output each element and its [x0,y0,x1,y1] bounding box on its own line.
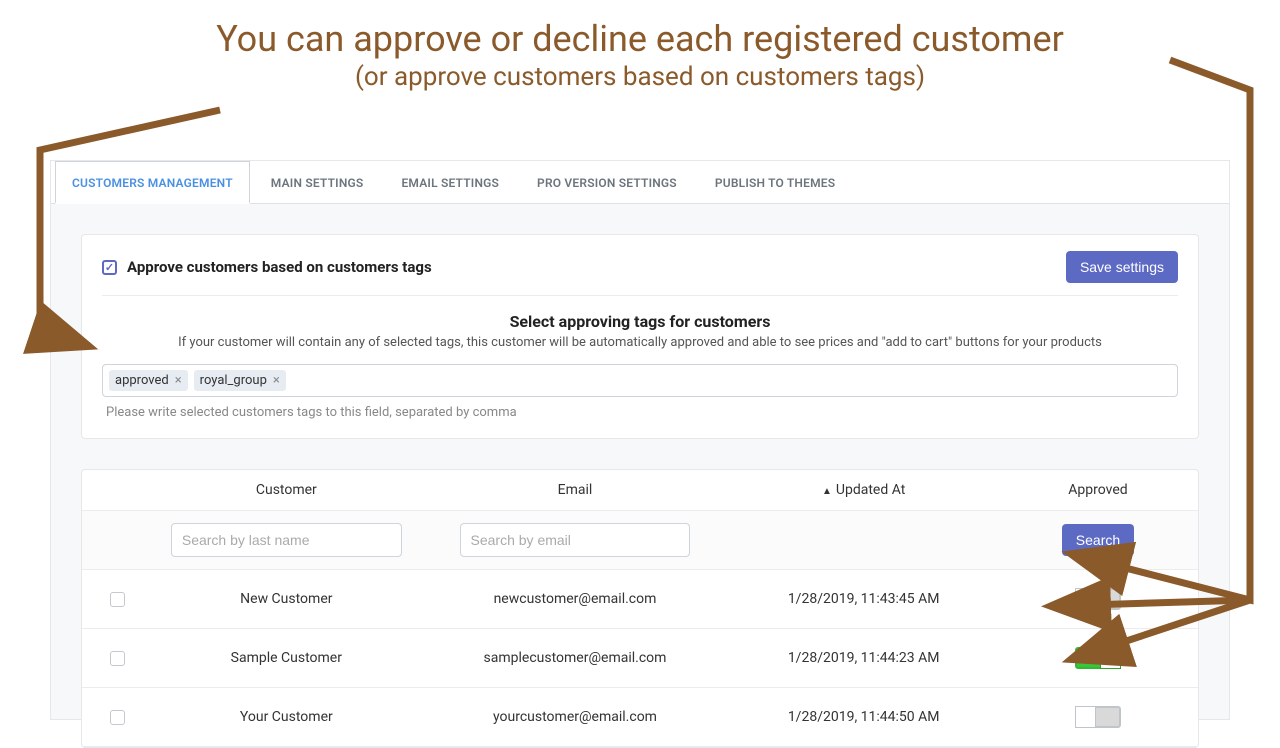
cell-email: newcustomer@email.com [431,591,720,607]
col-updated-at[interactable]: Updated At [719,482,1008,498]
cell-email: yourcustomer@email.com [431,709,720,725]
tag-chip[interactable]: royal_group × [194,370,286,391]
tags-text-input[interactable] [292,373,1171,389]
tag-chip[interactable]: approved × [109,370,188,391]
tags-helper-text: Please write selected customers tags to … [106,405,1178,420]
close-icon[interactable]: × [175,373,182,388]
approve-tags-card: Approve customers based on customers tag… [81,234,1199,439]
table-row: Sample Customer samplecustomer@email.com… [82,629,1198,688]
close-icon[interactable]: × [273,373,280,388]
search-button[interactable]: Search [1062,524,1134,556]
customers-table: Customer Email Updated At Approved Searc… [81,469,1199,748]
approving-tags-desc: If your customer will contain any of sel… [102,335,1178,350]
nav-tabs: CUSTOMERS MANAGEMENT MAIN SETTINGS EMAIL… [51,161,1229,204]
approved-toggle[interactable] [1075,647,1121,669]
cell-updated: 1/28/2019, 11:44:50 AM [719,709,1008,725]
tab-main-settings[interactable]: MAIN SETTINGS [254,161,381,203]
tab-publish-to-themes[interactable]: PUBLISH TO THEMES [698,161,852,203]
cell-customer: New Customer [142,591,431,607]
table-header: Customer Email Updated At Approved [82,470,1198,511]
cell-updated: 1/28/2019, 11:43:45 AM [719,591,1008,607]
save-settings-button[interactable]: Save settings [1066,251,1178,283]
cell-customer: Sample Customer [142,650,431,666]
tags-input[interactable]: approved × royal_group × [102,364,1178,397]
approved-toggle[interactable] [1075,588,1121,610]
card-header: Approve customers based on customers tag… [102,251,1178,296]
search-lastname-input[interactable] [171,523,402,557]
approved-toggle[interactable] [1075,706,1121,728]
col-email[interactable]: Email [431,482,720,498]
tutorial-overlay-text: You can approve or decline each register… [0,18,1280,92]
table-row: Your Customer yourcustomer@email.com 1/2… [82,688,1198,747]
tab-email-settings[interactable]: EMAIL SETTINGS [384,161,516,203]
approve-customers-checkbox-label: Approve customers based on customers tag… [127,258,432,276]
row-checkbox[interactable] [110,651,125,666]
approve-customers-checkbox-row: Approve customers based on customers tag… [102,258,432,276]
approving-tags-title: Select approving tags for customers [102,312,1178,331]
cell-updated: 1/28/2019, 11:44:23 AM [719,650,1008,666]
cell-email: samplecustomer@email.com [431,650,720,666]
tag-chip-label: approved [115,373,169,388]
tab-customers-management[interactable]: CUSTOMERS MANAGEMENT [55,161,250,204]
filter-row: Search [82,511,1198,570]
search-email-input[interactable] [460,523,691,557]
cell-customer: Your Customer [142,709,431,725]
col-approved[interactable]: Approved [1008,482,1188,498]
overlay-line-2: (or approve customers based on customers… [0,62,1280,92]
tag-chip-label: royal_group [200,373,267,388]
table-row: New Customer newcustomer@email.com 1/28/… [82,570,1198,629]
overlay-line-1: You can approve or decline each register… [0,18,1280,60]
tab-pro-version-settings[interactable]: PRO VERSION SETTINGS [520,161,694,203]
app-shell: CUSTOMERS MANAGEMENT MAIN SETTINGS EMAIL… [50,160,1230,720]
row-checkbox[interactable] [110,710,125,725]
col-customer[interactable]: Customer [142,482,431,498]
row-checkbox[interactable] [110,592,125,607]
approve-customers-checkbox[interactable] [102,260,117,275]
